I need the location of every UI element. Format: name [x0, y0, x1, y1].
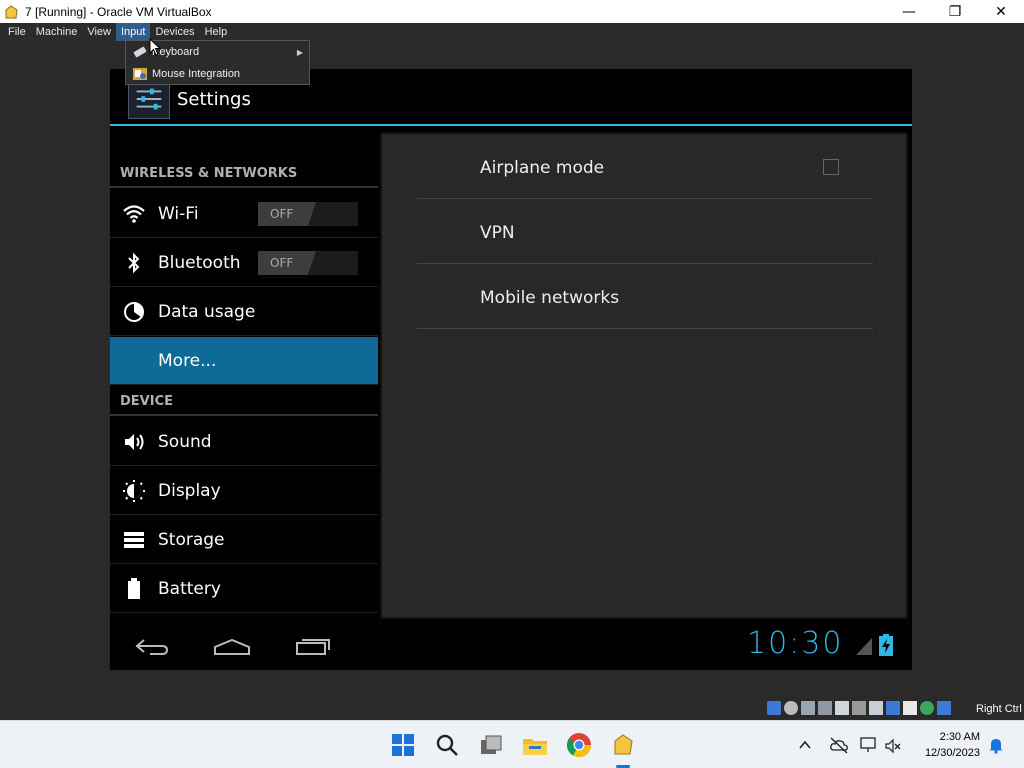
pref-vpn[interactable]: VPN [417, 199, 873, 264]
menu-file[interactable]: File [0, 23, 31, 41]
action-bar-title: Settings [177, 89, 251, 110]
pref-label: Airplane mode [480, 158, 605, 178]
maximize-button[interactable]: ❐ [932, 0, 978, 23]
airplane-mode-checkbox[interactable] [823, 159, 839, 175]
window-titlebar: 7 [Running] - Oracle VM VirtualBox — ❐ ✕ [0, 0, 1024, 23]
battery-icon [128, 578, 140, 599]
settings-item-sound[interactable]: Sound [110, 418, 378, 466]
settings-app-icon[interactable] [128, 79, 170, 119]
optical-drive-icon[interactable] [784, 701, 798, 715]
menu-view[interactable]: View [82, 23, 116, 41]
pref-mobile-networks[interactable]: Mobile networks [417, 264, 873, 329]
wifi-toggle-state: OFF [270, 207, 294, 221]
chevron-up-icon[interactable] [797, 737, 813, 753]
settings-item-battery[interactable]: Battery [110, 565, 378, 613]
android-clock: 10:30 [747, 626, 844, 661]
settings-detail-pane: Airplane mode VPN Mobile networks [380, 132, 908, 619]
menu-machine[interactable]: Machine [31, 23, 83, 41]
menu-item-mouse-integration-label: Mouse Integration [152, 68, 241, 80]
shared-folders-icon[interactable] [852, 701, 866, 715]
settings-item-more[interactable]: More... [110, 337, 378, 385]
android-nav-bar: 10:30 [110, 620, 912, 670]
minimize-button[interactable]: — [886, 0, 932, 23]
wifi-toggle[interactable]: OFF [258, 202, 358, 226]
cloud-offline-icon[interactable] [829, 735, 849, 755]
data-usage-icon [124, 302, 144, 322]
pref-label: Mobile networks [480, 288, 620, 308]
pref-airplane-mode[interactable]: Airplane mode [417, 134, 873, 199]
storage-icon [124, 532, 144, 548]
section-header-wireless: WIRELESS & NETWORKS [110, 158, 378, 188]
settings-item-label: Storage [158, 529, 225, 550]
settings-item-label: More... [158, 350, 217, 371]
virtualization-icon[interactable] [903, 701, 917, 715]
display-icon [123, 480, 145, 502]
settings-item-label: Data usage [158, 301, 256, 322]
recent-apps-icon[interactable] [294, 635, 332, 657]
bluetooth-icon [128, 252, 140, 274]
windows-start-icon[interactable] [389, 731, 417, 759]
file-explorer-icon[interactable] [521, 731, 549, 759]
settings-item-wifi[interactable]: Wi-Fi OFF [110, 190, 378, 238]
settings-header-list: WIRELESS & NETWORKS Wi-Fi OFF Bluetooth … [110, 128, 380, 618]
search-icon[interactable] [433, 731, 461, 759]
settings-item-label: Display [158, 480, 221, 501]
wifi-icon [123, 205, 145, 223]
pref-label: VPN [480, 223, 515, 243]
window-title: 7 [Running] - Oracle VM VirtualBox [25, 4, 212, 19]
mouse-integration-icon [133, 68, 147, 80]
network-icon[interactable] [818, 701, 832, 715]
submenu-arrow-icon: ▶ [296, 47, 303, 57]
home-icon[interactable] [212, 637, 252, 657]
tray-date: 12/30/2023 [924, 747, 980, 759]
usb-icon[interactable] [835, 701, 849, 715]
close-button[interactable]: ✕ [978, 0, 1024, 23]
keyboard-icon [133, 46, 147, 58]
settings-item-label: Sound [158, 431, 212, 452]
audio-icon[interactable] [801, 701, 815, 715]
windows-taskbar: 2:30 AM 12/30/2023 [0, 720, 1024, 768]
sound-icon [125, 434, 144, 450]
volume-muted-icon[interactable] [884, 737, 902, 755]
host-key-label: Right Ctrl [976, 703, 1022, 715]
menu-help[interactable]: Help [200, 23, 233, 41]
keyboard-capture-icon[interactable] [937, 701, 951, 715]
bluetooth-toggle-state: OFF [270, 256, 294, 270]
bluetooth-toggle[interactable]: OFF [258, 251, 358, 275]
tray-clock[interactable]: 2:30 AM 12/30/2023 [920, 729, 980, 761]
network-tray-icon[interactable] [859, 736, 879, 754]
virtualbox-taskbar-icon[interactable] [609, 731, 637, 759]
android-screen: Settings WIRELESS & NETWORKS Wi-Fi OFF B… [110, 69, 912, 670]
vm-status-bar: Right Ctrl [0, 698, 1024, 720]
menu-input[interactable]: Input [115, 23, 151, 41]
video-capture-icon[interactable] [886, 701, 900, 715]
mouse-cursor-icon [149, 38, 161, 56]
settings-item-storage[interactable]: Storage [110, 516, 378, 564]
signal-icon [856, 638, 872, 655]
chrome-icon[interactable] [565, 731, 593, 759]
notification-bell-icon[interactable] [987, 736, 1005, 754]
settings-item-bluetooth[interactable]: Bluetooth OFF [110, 239, 378, 287]
hard-disk-icon[interactable] [767, 701, 781, 715]
vm-status-icons [767, 701, 951, 715]
back-icon[interactable] [134, 637, 170, 657]
section-header-device: DEVICE [110, 386, 378, 416]
settings-item-label: Wi-Fi [158, 203, 199, 224]
task-view-icon[interactable] [477, 731, 505, 759]
display-status-icon[interactable] [869, 701, 883, 715]
settings-item-display[interactable]: Display [110, 467, 378, 515]
settings-item-label: Bluetooth [158, 252, 241, 273]
tray-time: 2:30 AM [939, 731, 980, 743]
settings-item-label: Battery [158, 578, 221, 599]
settings-item-data-usage[interactable]: Data usage [110, 288, 378, 336]
battery-charging-icon [879, 634, 893, 656]
mouse-integration-status-icon[interactable] [920, 701, 934, 715]
menu-item-mouse-integration[interactable]: Mouse Integration [126, 63, 309, 85]
virtualbox-icon [5, 4, 18, 18]
